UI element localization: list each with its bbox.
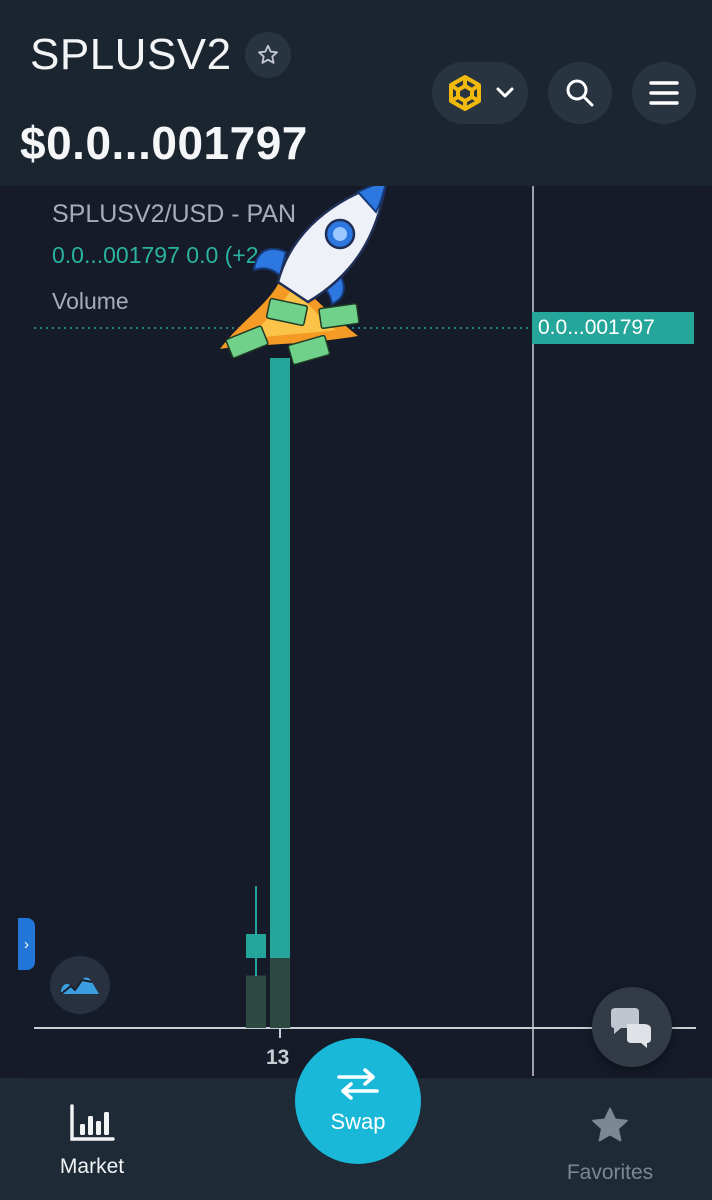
nav-market-label: Market (59, 1155, 125, 1178)
candle-body (270, 358, 290, 958)
search-icon (566, 79, 594, 107)
swap-arrows-icon (337, 1068, 379, 1100)
chevron-right-icon: › (24, 935, 29, 953)
token-name: SPLUSV2 (30, 30, 232, 79)
menu-button[interactable] (632, 62, 696, 124)
price-axis-label: 0.0...001797 (532, 312, 694, 344)
bar-chart-icon (70, 1104, 115, 1141)
nav-favorites[interactable]: Favorites (558, 1104, 662, 1185)
price-axis-label-text: 0.0...001797 (538, 316, 655, 339)
volume-bar (246, 975, 266, 1028)
chevron-down-icon (496, 87, 514, 98)
chat-bubbles-icon (611, 1008, 651, 1048)
search-button[interactable] (548, 62, 612, 124)
bnb-chain-icon (449, 75, 481, 111)
tradingview-logo-icon (60, 977, 99, 995)
tradingview-logo[interactable] (50, 956, 110, 1014)
price-chart[interactable]: SPLUSV2/USD - PAN 0.0...001797 0.0 (+2 V… (18, 186, 696, 1076)
x-tick-label: 13 (266, 1046, 290, 1069)
header: SPLUSV2 $0.0...001797 (0, 0, 712, 186)
star-outline-icon (258, 44, 278, 64)
volume-label: Volume (52, 288, 129, 314)
nav-market[interactable]: Market (40, 1104, 144, 1179)
candle-body (246, 934, 266, 958)
candles (246, 358, 290, 976)
rocket-with-money-icon (220, 186, 387, 366)
token-price: $0.0...001797 (20, 117, 308, 169)
swap-button[interactable]: Swap (295, 1038, 421, 1164)
swap-label: Swap (330, 1109, 386, 1134)
star-filled-icon (592, 1107, 628, 1142)
hamburger-menu-icon (649, 81, 679, 105)
side-panel-toggle[interactable]: › (18, 918, 35, 970)
chain-selector-button[interactable] (432, 62, 528, 124)
favorite-star-button[interactable] (245, 32, 291, 78)
chat-button[interactable] (592, 987, 672, 1067)
nav-favorites-label: Favorites (566, 1161, 654, 1184)
